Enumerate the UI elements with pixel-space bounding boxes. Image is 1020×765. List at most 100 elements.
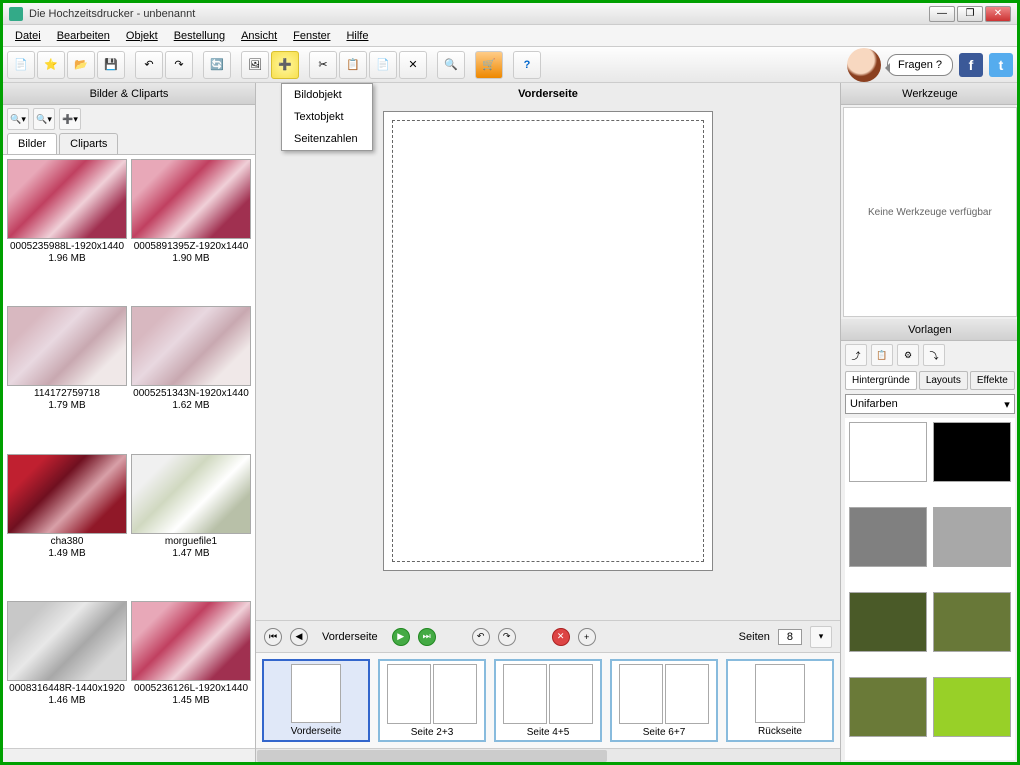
new-button[interactable]: 📄: [7, 51, 35, 79]
minimize-button[interactable]: —: [929, 6, 955, 22]
tab-bilder[interactable]: Bilder: [7, 133, 57, 154]
left-panel: Bilder & Cliparts 🔍▾ 🔍▾ ➕▾ Bilder Clipar…: [3, 83, 256, 762]
menu-hilfe[interactable]: Hilfe: [338, 27, 376, 45]
menu-datei[interactable]: Datei: [7, 27, 49, 45]
tmpl-tool-2[interactable]: 📋: [871, 344, 893, 366]
left-tool-2[interactable]: 🔍▾: [33, 108, 55, 130]
zoom-button[interactable]: 🔍: [437, 51, 465, 79]
right-panel: Werkzeuge Keine Werkzeuge verfügbar Vorl…: [840, 83, 1017, 762]
help-button[interactable]: ?: [513, 51, 541, 79]
seiten-more[interactable]: ▾: [810, 626, 832, 648]
menu-ansicht[interactable]: Ansicht: [233, 27, 285, 45]
menubar: Datei Bearbeiten Objekt Bestellung Ansic…: [3, 25, 1017, 47]
tab-cliparts[interactable]: Cliparts: [59, 133, 118, 154]
color-swatch[interactable]: [933, 422, 1011, 482]
swatch-grid: [845, 418, 1015, 760]
save-button[interactable]: 💾: [97, 51, 125, 79]
page-delete[interactable]: ✕: [552, 628, 570, 646]
menu-fenster[interactable]: Fenster: [285, 27, 338, 45]
tmpl-tab-effekte[interactable]: Effekte: [970, 371, 1015, 390]
nav-last[interactable]: ⏭: [418, 628, 436, 646]
thumbnail-item[interactable]: 0005251343N-1920x14401.62 MB: [131, 306, 251, 449]
tmpl-tab-hintergruende[interactable]: Hintergründe: [845, 371, 917, 390]
page-thumb[interactable]: Seite 2+3: [378, 659, 486, 742]
thumbnail-image: [131, 454, 251, 534]
image-button[interactable]: 🖼: [241, 51, 269, 79]
thumbnail-caption: 0005251343N-1920x14401.62 MB: [133, 388, 249, 412]
dropdown-textobjekt[interactable]: Textobjekt: [282, 106, 372, 128]
thumbnail-item[interactable]: 0008316448R-1440x19201.46 MB: [7, 601, 127, 744]
chevron-down-icon: ▾: [1004, 398, 1010, 411]
refresh-button[interactable]: 🔄: [203, 51, 231, 79]
pages-scrollbar[interactable]: [256, 748, 840, 762]
left-tool-3[interactable]: ➕▾: [59, 108, 81, 130]
tmpl-tool-1[interactable]: ⤴: [845, 344, 867, 366]
open-button[interactable]: 📂: [67, 51, 95, 79]
cart-button[interactable]: 🛒: [475, 51, 503, 79]
nav-next[interactable]: ▶: [392, 628, 410, 646]
page-thumb[interactable]: Seite 4+5: [494, 659, 602, 742]
cut-button[interactable]: ✂: [309, 51, 337, 79]
thumbnail-caption: cha3801.49 MB: [48, 536, 85, 560]
assistant-avatar[interactable]: [847, 48, 881, 82]
color-swatch[interactable]: [849, 677, 927, 737]
page-thumb[interactable]: Seite 6+7: [610, 659, 718, 742]
dropdown-seitenzahlen[interactable]: Seitenzahlen: [282, 128, 372, 150]
page-thumb[interactable]: Rückseite: [726, 659, 834, 742]
assistant-speech[interactable]: Fragen ?: [887, 54, 953, 76]
page-canvas[interactable]: [383, 111, 713, 571]
paste-button[interactable]: 📄: [369, 51, 397, 79]
seiten-count: 8: [778, 629, 802, 645]
facebook-button[interactable]: f: [959, 53, 983, 77]
color-swatch[interactable]: [933, 592, 1011, 652]
undo-button[interactable]: ↶: [135, 51, 163, 79]
color-swatch[interactable]: [849, 592, 927, 652]
color-swatch[interactable]: [849, 422, 927, 482]
page-thumb[interactable]: Vorderseite: [262, 659, 370, 742]
thumbnail-item[interactable]: 0005891395Z-1920x14401.90 MB: [131, 159, 251, 302]
color-swatch[interactable]: [933, 677, 1011, 737]
twitter-button[interactable]: t: [989, 53, 1013, 77]
left-tool-1[interactable]: 🔍▾: [7, 108, 29, 130]
page-add[interactable]: +: [578, 628, 596, 646]
page-thumb-label: Rückseite: [758, 726, 802, 737]
menu-bearbeiten[interactable]: Bearbeiten: [49, 27, 118, 45]
thumbnail-item[interactable]: 0005236126L-1920x14401.45 MB: [131, 601, 251, 744]
thumbnail-image: [7, 601, 127, 681]
delete-button[interactable]: ✕: [399, 51, 427, 79]
thumbnail-item[interactable]: 0005235988L-1920x14401.96 MB: [7, 159, 127, 302]
tmpl-tool-4[interactable]: ⤵: [923, 344, 945, 366]
menu-objekt[interactable]: Objekt: [118, 27, 166, 45]
tools-empty-message: Keine Werkzeuge verfügbar: [843, 107, 1017, 317]
combo-value: Unifarben: [850, 398, 898, 410]
color-category-combo[interactable]: Unifarben ▾: [845, 394, 1015, 414]
thumbnail-caption: 0005891395Z-1920x14401.90 MB: [134, 241, 249, 265]
maximize-button[interactable]: ❐: [957, 6, 983, 22]
nav-first[interactable]: ⏮: [264, 628, 282, 646]
close-button[interactable]: ✕: [985, 6, 1011, 22]
app-icon: [9, 7, 23, 21]
window-title: Die Hochzeitsdrucker - unbenannt: [29, 8, 929, 20]
favorite-button[interactable]: ⭐: [37, 51, 65, 79]
left-panel-header: Bilder & Cliparts: [3, 83, 255, 105]
thumbnail-item[interactable]: 1141727597181.79 MB: [7, 306, 127, 449]
thumbnail-item[interactable]: morguefile11.47 MB: [131, 454, 251, 597]
nav-prev[interactable]: ◀: [290, 628, 308, 646]
seiten-label: Seiten: [739, 631, 770, 643]
color-swatch[interactable]: [849, 507, 927, 567]
thumbnail-image: [131, 601, 251, 681]
insert-object-button[interactable]: ➕: [271, 51, 299, 79]
dropdown-bildobjekt[interactable]: Bildobjekt: [282, 84, 372, 106]
copy-button[interactable]: 📋: [339, 51, 367, 79]
menu-bestellung[interactable]: Bestellung: [166, 27, 233, 45]
tmpl-tab-layouts[interactable]: Layouts: [919, 371, 968, 390]
tmpl-tool-3[interactable]: ⚙: [897, 344, 919, 366]
page-rotate-right[interactable]: ↷: [498, 628, 516, 646]
current-page-label: Vorderseite: [322, 631, 378, 643]
redo-button[interactable]: ↷: [165, 51, 193, 79]
thumbnail-image: [131, 159, 251, 239]
color-swatch[interactable]: [933, 507, 1011, 567]
thumbnail-item[interactable]: cha3801.49 MB: [7, 454, 127, 597]
page-rotate-left[interactable]: ↶: [472, 628, 490, 646]
center-panel: Vorderseite ⏮ ◀ Vorderseite ▶ ⏭ ↶ ↷ ✕ + …: [256, 83, 840, 762]
